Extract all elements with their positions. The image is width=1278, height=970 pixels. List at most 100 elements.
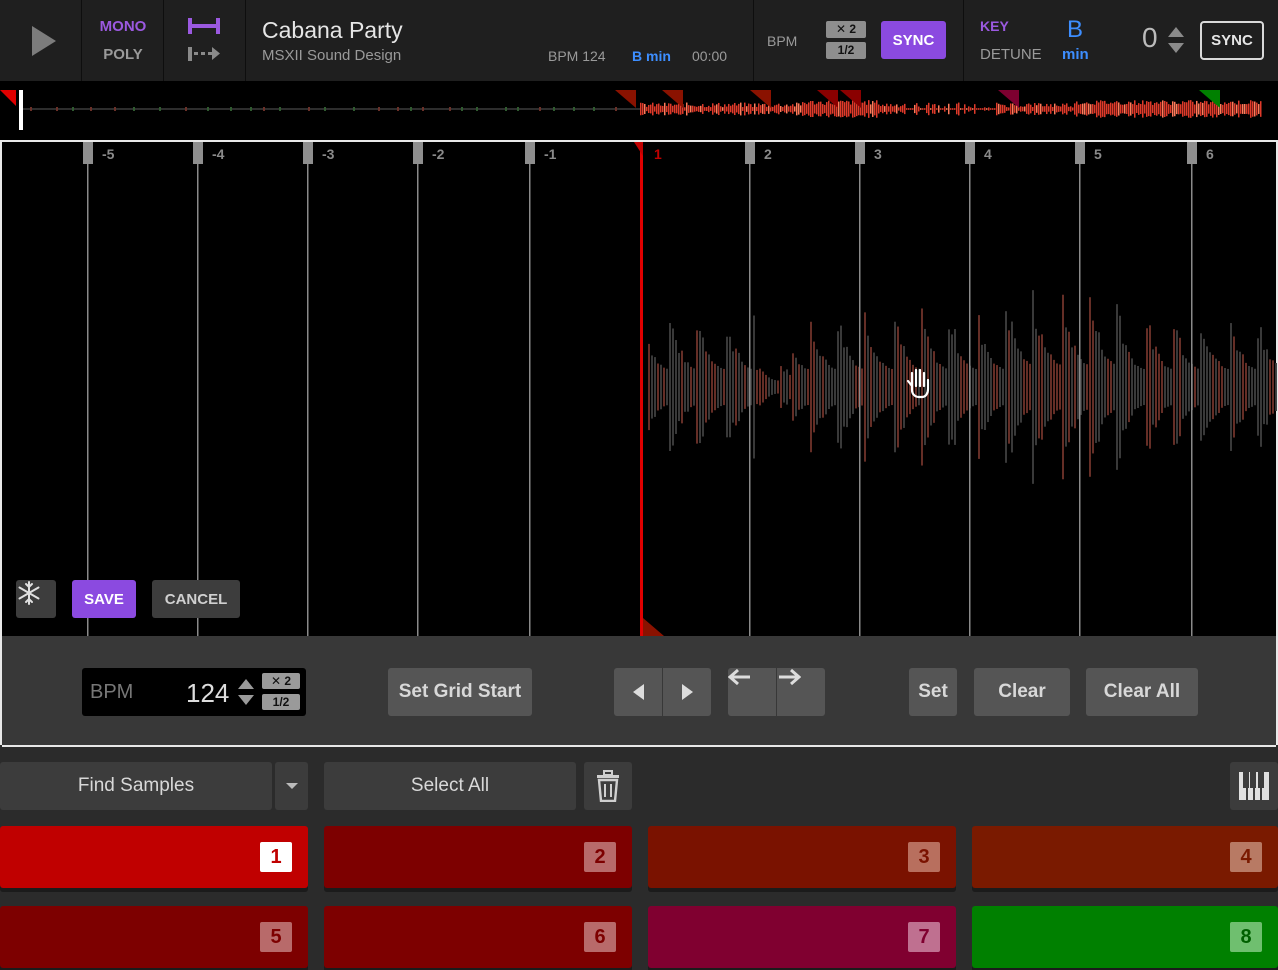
cue-marker-1[interactable] <box>615 90 636 108</box>
overview-bar <box>1172 101 1174 117</box>
bpm-down-icon[interactable] <box>238 695 254 705</box>
find-samples-dropdown[interactable] <box>275 762 308 810</box>
pad-7[interactable]: 7 <box>648 906 956 968</box>
pad-8[interactable]: 8 <box>972 906 1278 968</box>
waveform-bar <box>1068 331 1070 443</box>
overview-bar <box>832 104 834 114</box>
pad-4[interactable]: 4 <box>972 826 1278 888</box>
key-mode[interactable]: min <box>1062 46 1089 63</box>
beat-handle[interactable] <box>413 142 423 164</box>
pad-number: 8 <box>1230 922 1262 952</box>
play-button[interactable] <box>0 0 82 81</box>
pad-6[interactable]: 6 <box>324 906 632 968</box>
beat-handle[interactable] <box>1187 142 1197 164</box>
key-label: KEY <box>980 18 1009 34</box>
beat-handle[interactable] <box>525 142 535 164</box>
beat-handle[interactable] <box>1075 142 1085 164</box>
waveform-bar <box>774 380 776 394</box>
bpm-half-button[interactable]: 1/2 <box>826 42 866 59</box>
waveform-bar <box>888 367 890 407</box>
arrow-left-icon <box>728 668 750 686</box>
delete-button[interactable] <box>584 762 632 810</box>
overview-bar <box>756 106 758 112</box>
overview-bar <box>706 107 708 111</box>
overview-bar <box>696 106 698 112</box>
beat-handle[interactable] <box>745 142 755 164</box>
key-note[interactable]: B <box>1067 16 1083 44</box>
shift-right-button[interactable] <box>777 668 825 716</box>
pad-2[interactable]: 2 <box>324 826 632 888</box>
bpm-input-half[interactable]: 1/2 <box>262 694 300 710</box>
bpm-sync-button[interactable]: SYNC <box>881 21 946 59</box>
overview-bar <box>934 104 936 114</box>
pad-number: 7 <box>908 922 940 952</box>
clear-all-button[interactable]: Clear All <box>1086 668 1198 716</box>
track-title: Cabana Party <box>262 17 403 43</box>
beat-handle[interactable] <box>855 142 865 164</box>
waveform-bar <box>894 321 896 453</box>
overview-bar <box>796 102 798 116</box>
overview-playhead[interactable] <box>19 90 23 130</box>
beat-handle[interactable] <box>193 142 203 164</box>
mono-toggle[interactable]: MONO <box>82 18 164 35</box>
clear-marker-button[interactable]: Clear <box>974 668 1070 716</box>
overview-bar <box>842 101 844 117</box>
waveform-bar <box>1095 331 1097 443</box>
overview-bar <box>918 106 920 112</box>
overview-bar <box>1230 101 1232 117</box>
bpm-input-value[interactable]: 124 <box>186 678 229 709</box>
bpm-up-icon[interactable] <box>238 679 254 689</box>
overview-bar <box>906 108 908 110</box>
overview-bar <box>1248 103 1250 115</box>
freeze-button[interactable] <box>16 580 56 618</box>
triangle-left-icon <box>632 684 644 700</box>
pad-5[interactable]: 5 <box>0 906 308 968</box>
key-sync-button[interactable]: SYNC <box>1200 21 1264 60</box>
set-marker-button[interactable]: Set <box>909 668 957 716</box>
pad-3[interactable]: 3 <box>648 826 956 888</box>
overview-waveform <box>0 90 1262 130</box>
overview-bar <box>886 103 888 115</box>
poly-toggle[interactable]: POLY <box>82 46 164 63</box>
overview-bar <box>712 103 714 115</box>
overview-bar <box>1000 104 1002 114</box>
main-waveform[interactable] <box>2 142 1278 636</box>
overview-bar <box>926 104 928 114</box>
detune-up-icon[interactable] <box>1168 27 1184 37</box>
overview-bar <box>700 105 702 113</box>
waveform-bar <box>1005 311 1007 463</box>
overview-bar <box>830 103 832 115</box>
pad-1[interactable]: 1 <box>0 826 308 888</box>
save-button[interactable]: SAVE <box>72 580 136 618</box>
loop-arrow-icon[interactable] <box>164 0 246 81</box>
nudge-right-button[interactable] <box>663 668 711 716</box>
bpm-input[interactable]: BPM 124 ✕ 2 1/2 <box>82 668 306 716</box>
bpm-double-button[interactable]: ✕ 2 <box>826 21 866 38</box>
bpm-input-double[interactable]: ✕ 2 <box>262 673 300 689</box>
set-grid-start-button[interactable]: Set Grid Start <box>388 668 532 716</box>
beat-handle[interactable] <box>83 142 93 164</box>
detune-down-icon[interactable] <box>1168 43 1184 53</box>
overview-bar <box>1002 104 1004 114</box>
overview-bar <box>1186 102 1188 116</box>
select-all-button[interactable]: Select All <box>324 762 576 810</box>
playhead-line[interactable] <box>640 142 643 636</box>
beat-handle[interactable] <box>303 142 313 164</box>
waveform-bar <box>792 353 794 421</box>
overview-bar <box>1200 101 1202 117</box>
waveform-overview[interactable] <box>0 82 1278 140</box>
find-samples-button[interactable]: Find Samples <box>0 762 272 810</box>
keyboard-button[interactable] <box>1230 762 1278 810</box>
waveform-bar <box>975 368 977 406</box>
overview-bar <box>790 105 792 113</box>
cue-marker-start[interactable] <box>0 90 16 106</box>
waveform-bar <box>708 354 710 420</box>
nudge-left-button[interactable] <box>614 668 662 716</box>
overview-bar <box>1222 104 1224 114</box>
shift-left-button[interactable] <box>728 668 776 716</box>
waveform-bar <box>696 330 698 444</box>
beat-handle[interactable] <box>965 142 975 164</box>
waveform-bar <box>765 374 767 400</box>
overview-tick <box>505 107 507 111</box>
cancel-button[interactable]: CANCEL <box>152 580 240 618</box>
